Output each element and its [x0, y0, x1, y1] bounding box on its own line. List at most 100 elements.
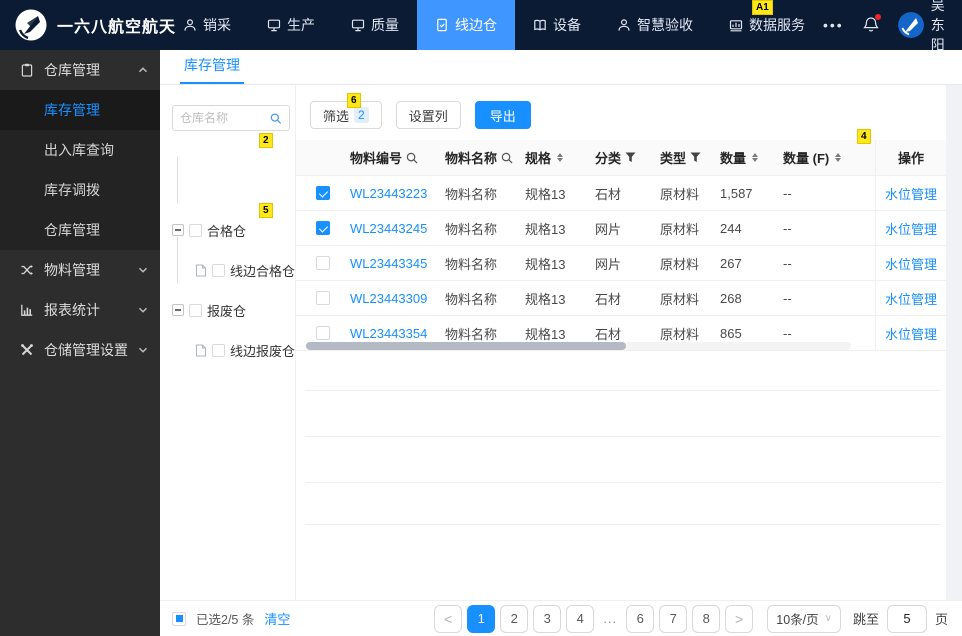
chevron-down-icon: [138, 347, 148, 353]
nav-item-line-side-warehouse[interactable]: 线边仓: [417, 0, 515, 50]
water-level-mgmt-link[interactable]: 水位管理: [885, 324, 937, 343]
nav-item-smart-acceptance[interactable]: 智慧验收: [599, 0, 711, 50]
page-button-4[interactable]: 4: [566, 604, 595, 633]
tree-node-line-side-scrap[interactable]: 线边报废仓: [195, 339, 295, 361]
sidebar-group-material-mgmt[interactable]: 物料管理: [0, 250, 160, 290]
nav-item-label: 销采: [203, 17, 231, 33]
page-button-8[interactable]: 8: [692, 604, 721, 633]
water-level-mgmt-link[interactable]: 水位管理: [885, 219, 937, 238]
nav-item-label: 生产: [287, 17, 315, 33]
file-icon: [195, 343, 207, 357]
chevron-down-icon: [138, 267, 148, 273]
spec: 规格13: [525, 221, 566, 237]
row-checkbox[interactable]: [316, 291, 330, 305]
more-menu-icon[interactable]: •••: [823, 17, 844, 33]
material-code-link[interactable]: WL23443223: [350, 186, 427, 201]
water-level-mgmt-link[interactable]: 水位管理: [885, 184, 937, 203]
table-row: WL23443345 物料名称 规格13 网片 原材料 267 -- 水位管理: [296, 246, 946, 281]
material-code-link[interactable]: WL23443309: [350, 291, 427, 306]
horizontal-scrollbar-thumb[interactable]: [306, 342, 626, 350]
nav-item-sales[interactable]: 销采: [165, 0, 249, 50]
row-checkbox[interactable]: [316, 221, 330, 235]
filter-icon[interactable]: [690, 152, 701, 163]
header-quantity[interactable]: 数量: [720, 148, 783, 167]
header-quantity-f[interactable]: 数量 (F): [783, 148, 875, 167]
nav-item-production[interactable]: 生产: [249, 0, 333, 50]
jump-page-input[interactable]: [886, 604, 927, 633]
clear-selection-link[interactable]: 清空: [264, 609, 290, 628]
quantity-f: --: [783, 220, 792, 236]
quantity-f: --: [783, 255, 792, 271]
sidebar-item-inout-query[interactable]: 出入库查询: [0, 130, 160, 170]
sidebar-item-warehouse-mgmt[interactable]: 仓库管理: [0, 210, 160, 250]
export-button[interactable]: 导出: [474, 101, 531, 129]
page-button-1[interactable]: 1: [467, 604, 496, 633]
header-material-name[interactable]: 物料名称: [445, 148, 525, 167]
column-settings-button[interactable]: 设置列: [395, 101, 461, 129]
water-level-mgmt-link[interactable]: 水位管理: [885, 254, 937, 273]
page-button-3[interactable]: 3: [533, 604, 562, 633]
prev-page-button[interactable]: <: [434, 604, 463, 633]
sidebar-group-storage-settings[interactable]: 仓储管理设置: [0, 330, 160, 370]
header-spec[interactable]: 规格: [525, 148, 595, 167]
brand: 一六八航空航天: [0, 8, 175, 42]
tree-checkbox[interactable]: [212, 343, 225, 357]
material-code-link[interactable]: WL23443345: [350, 256, 427, 271]
row-checkbox[interactable]: [316, 326, 330, 340]
user-menu[interactable]: 吴东阳: [897, 0, 945, 55]
row-checkbox[interactable]: [316, 186, 330, 200]
tree-node-scrap-warehouse[interactable]: 报废仓: [172, 299, 246, 321]
notification-bell-icon[interactable]: [862, 14, 881, 35]
select-all-checkbox[interactable]: [172, 611, 186, 626]
sidebar-group-warehouse-mgmt[interactable]: 仓库管理: [0, 50, 160, 90]
empty-row-line: [305, 390, 941, 391]
tree-node-qualified-warehouse[interactable]: 合格仓: [172, 219, 246, 241]
nav-item-quality[interactable]: 质量: [333, 0, 417, 50]
header-material-code[interactable]: 物料编号: [350, 148, 445, 167]
user-name: 吴东阳: [930, 0, 945, 53]
avatar: [897, 12, 924, 38]
tree-node-line-side-qualified[interactable]: 线边合格仓: [195, 259, 295, 281]
page-button-2[interactable]: 2: [500, 604, 529, 633]
sidebar-group-label: 物料管理: [44, 262, 100, 278]
empty-row-line: [305, 524, 941, 525]
next-page-button[interactable]: >: [725, 604, 754, 633]
sort-icon[interactable]: [557, 152, 564, 163]
sort-icon[interactable]: [752, 152, 759, 163]
warehouse-search-input[interactable]: [180, 111, 271, 125]
page-button-6[interactable]: 6: [626, 604, 655, 633]
tree-checkbox[interactable]: [189, 303, 202, 317]
sidebar-item-stock-transfer[interactable]: 库存调拨: [0, 170, 160, 210]
material-code-link[interactable]: WL23443245: [350, 221, 427, 236]
sidebar-item-inventory-mgmt[interactable]: 库存管理: [0, 90, 160, 130]
page-button-7[interactable]: 7: [659, 604, 688, 633]
category: 石材: [595, 291, 622, 307]
collapse-icon[interactable]: [172, 224, 184, 236]
water-level-mgmt-link[interactable]: 水位管理: [885, 289, 937, 308]
page-ellipsis[interactable]: ...: [599, 611, 621, 626]
header-category[interactable]: 分类: [595, 148, 660, 167]
data-board-icon: [729, 20, 743, 32]
filter-button[interactable]: 筛选 2: [310, 101, 382, 129]
material-code-link[interactable]: WL23443354: [350, 326, 427, 341]
search-icon[interactable]: [406, 152, 418, 164]
horizontal-scrollbar-track[interactable]: [305, 342, 851, 350]
tab-inventory-mgmt[interactable]: 库存管理: [180, 50, 244, 84]
tree-checkbox[interactable]: [212, 263, 225, 277]
sidebar-group-report-stats[interactable]: 报表统计: [0, 290, 160, 330]
nav-item-label: 线边仓: [455, 17, 497, 33]
tree-checkbox[interactable]: [189, 223, 202, 237]
search-icon[interactable]: [270, 112, 282, 125]
som-marker-a1: A1: [752, 0, 773, 15]
monitor-icon: [351, 19, 365, 32]
type: 原材料: [660, 186, 700, 202]
search-icon[interactable]: [501, 152, 513, 164]
sort-icon[interactable]: [835, 152, 842, 163]
quantity: 267: [720, 255, 742, 271]
row-checkbox[interactable]: [316, 256, 330, 270]
header-type[interactable]: 类型: [660, 148, 720, 167]
page-size-select[interactable]: 10条/页 ∨: [767, 604, 841, 633]
nav-item-equipment[interactable]: 设备: [515, 0, 599, 50]
filter-icon[interactable]: [625, 152, 636, 163]
collapse-icon[interactable]: [172, 304, 184, 316]
